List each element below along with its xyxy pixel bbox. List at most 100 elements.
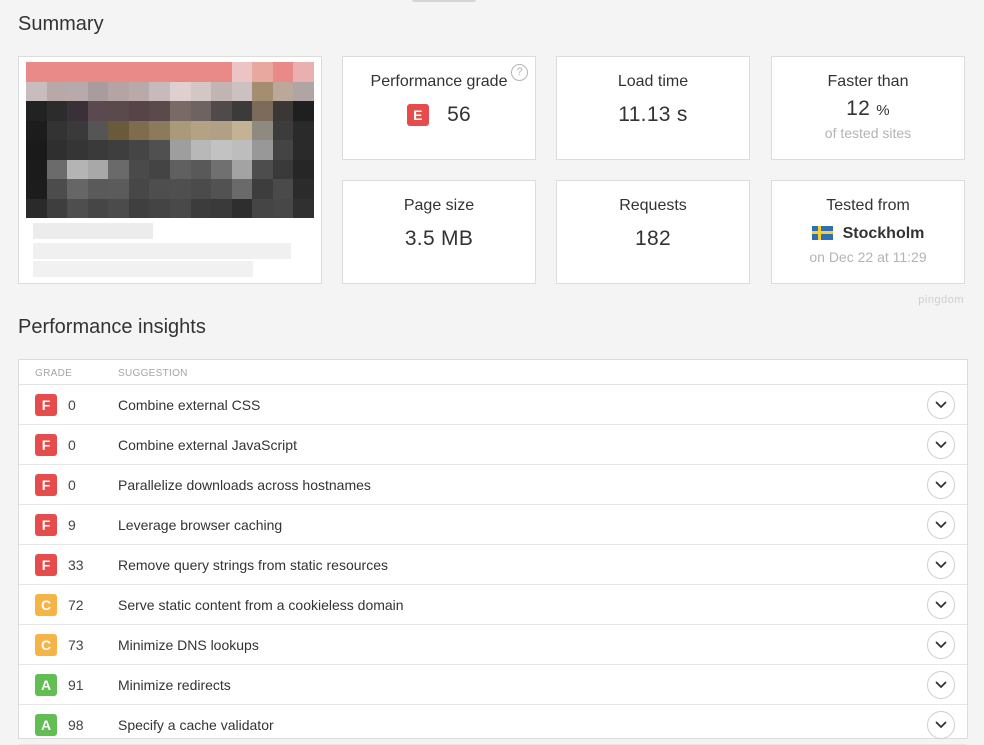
pixel-block bbox=[46, 159, 68, 179]
performance-grade-value: E 56 bbox=[343, 103, 535, 127]
pixel-block bbox=[190, 159, 212, 179]
summary-title: Summary bbox=[18, 13, 104, 35]
blurred-text-line bbox=[33, 243, 291, 259]
pixel-block bbox=[190, 81, 212, 101]
pixel-block bbox=[26, 81, 47, 101]
blurred-text-line bbox=[33, 223, 153, 239]
grade-score: 0 bbox=[68, 477, 76, 493]
suggestion-text: Serve static content from a cookieless d… bbox=[118, 597, 404, 613]
pixel-block bbox=[231, 198, 253, 218]
expand-button[interactable] bbox=[927, 391, 955, 419]
pixel-block bbox=[293, 62, 314, 82]
pixel-block bbox=[149, 101, 170, 121]
performance-grade-card: ? Performance grade E 56 bbox=[342, 56, 536, 160]
pixel-block bbox=[272, 159, 294, 179]
table-row[interactable]: F 0 Combine external JavaScript bbox=[19, 425, 967, 465]
pixel-block bbox=[252, 198, 273, 218]
pixel-block bbox=[46, 120, 68, 140]
grade-score: 0 bbox=[68, 397, 76, 413]
pixel-block bbox=[46, 81, 68, 101]
expand-button[interactable] bbox=[927, 551, 955, 579]
pixel-block bbox=[211, 179, 232, 199]
pixel-block bbox=[272, 198, 294, 218]
pixel-block bbox=[67, 198, 88, 218]
tested-from-location: Stockholm bbox=[772, 225, 964, 243]
pixel-block bbox=[108, 62, 129, 82]
suggestion-text: Parallelize downloads across hostnames bbox=[118, 477, 371, 493]
suggestion-text: Leverage browser caching bbox=[118, 517, 283, 533]
pixel-block bbox=[169, 179, 191, 199]
grade-badge: F bbox=[35, 554, 57, 576]
insights-title: Performance insights bbox=[18, 316, 206, 338]
pixel-block bbox=[87, 198, 109, 218]
table-row[interactable]: C 72 Serve static content from a cookieles… bbox=[19, 585, 967, 625]
table-row[interactable]: A 98 Specify a cache validator bbox=[19, 705, 967, 745]
pixel-block bbox=[231, 120, 253, 140]
expand-button[interactable] bbox=[927, 711, 955, 739]
expand-button[interactable] bbox=[927, 631, 955, 659]
pixel-block bbox=[169, 81, 191, 101]
percent-unit: % bbox=[876, 102, 890, 119]
pixel-block bbox=[67, 179, 88, 199]
table-row[interactable]: F 33 Remove query strings from static reso… bbox=[19, 545, 967, 585]
pixel-block bbox=[67, 140, 88, 160]
expand-button[interactable] bbox=[927, 471, 955, 499]
table-row[interactable]: F 0 Parallelize downloads across hostnames bbox=[19, 465, 967, 505]
table-row[interactable]: C 73 Minimize DNS lookups bbox=[19, 625, 967, 665]
pixel-block bbox=[169, 159, 191, 179]
pixel-block bbox=[190, 101, 212, 121]
pixel-block bbox=[46, 140, 68, 160]
pixel-block bbox=[272, 140, 294, 160]
pixel-block bbox=[128, 198, 150, 218]
pixel-block bbox=[293, 140, 314, 160]
chevron-down-icon bbox=[935, 401, 947, 408]
chevron-down-icon bbox=[935, 721, 947, 728]
pixel-block bbox=[252, 179, 273, 199]
table-row[interactable]: A 91 Minimize redirects bbox=[19, 665, 967, 705]
pixel-block bbox=[252, 81, 273, 101]
pixel-block bbox=[26, 101, 47, 121]
page-screenshot-thumbnail bbox=[18, 56, 322, 284]
pixel-block bbox=[211, 120, 232, 140]
pixel-block bbox=[87, 81, 109, 101]
pixel-block bbox=[272, 81, 294, 101]
grade-badge: C bbox=[35, 594, 57, 616]
expand-button[interactable] bbox=[927, 511, 955, 539]
requests-card: Requests 182 bbox=[556, 180, 750, 284]
expand-button[interactable] bbox=[927, 671, 955, 699]
suggestion-text: Combine external JavaScript bbox=[118, 437, 297, 453]
pixel-block bbox=[26, 62, 47, 82]
pixel-block bbox=[67, 81, 88, 101]
chevron-down-icon bbox=[935, 481, 947, 488]
grade-badge: A bbox=[35, 714, 57, 736]
expand-button[interactable] bbox=[927, 591, 955, 619]
pixel-block bbox=[149, 140, 170, 160]
pixel-block bbox=[149, 81, 170, 101]
pixel-block bbox=[293, 120, 314, 140]
grade-column-header: GRADE bbox=[35, 368, 73, 379]
suggestion-column-header: SUGGESTION bbox=[118, 368, 188, 379]
faster-than-value: 12 % bbox=[772, 97, 964, 121]
grade-score: 9 bbox=[68, 517, 76, 533]
grade-score: 0 bbox=[68, 437, 76, 453]
grade-score: 91 bbox=[68, 677, 84, 693]
pixel-block bbox=[26, 140, 47, 160]
pixel-block bbox=[149, 198, 170, 218]
pixel-block bbox=[272, 120, 294, 140]
table-row[interactable]: F 0 Combine external CSS bbox=[19, 385, 967, 425]
table-row[interactable]: F 9 Leverage browser caching bbox=[19, 505, 967, 545]
pixel-block bbox=[272, 179, 294, 199]
insights-table: GRADE SUGGESTION F 0 Combine external CSS F… bbox=[18, 359, 968, 745]
pixel-block bbox=[252, 101, 273, 121]
pixel-block bbox=[149, 179, 170, 199]
expand-button[interactable] bbox=[927, 431, 955, 459]
pixel-block bbox=[293, 101, 314, 121]
chevron-down-icon bbox=[935, 601, 947, 608]
help-icon[interactable]: ? bbox=[511, 64, 528, 81]
pixel-block bbox=[293, 179, 314, 199]
pixel-block bbox=[87, 101, 109, 121]
pixel-block bbox=[149, 62, 170, 82]
load-time-label: Load time bbox=[617, 73, 689, 90]
faster-than-subtext: of tested sites bbox=[824, 125, 912, 141]
pixel-block bbox=[272, 62, 294, 82]
